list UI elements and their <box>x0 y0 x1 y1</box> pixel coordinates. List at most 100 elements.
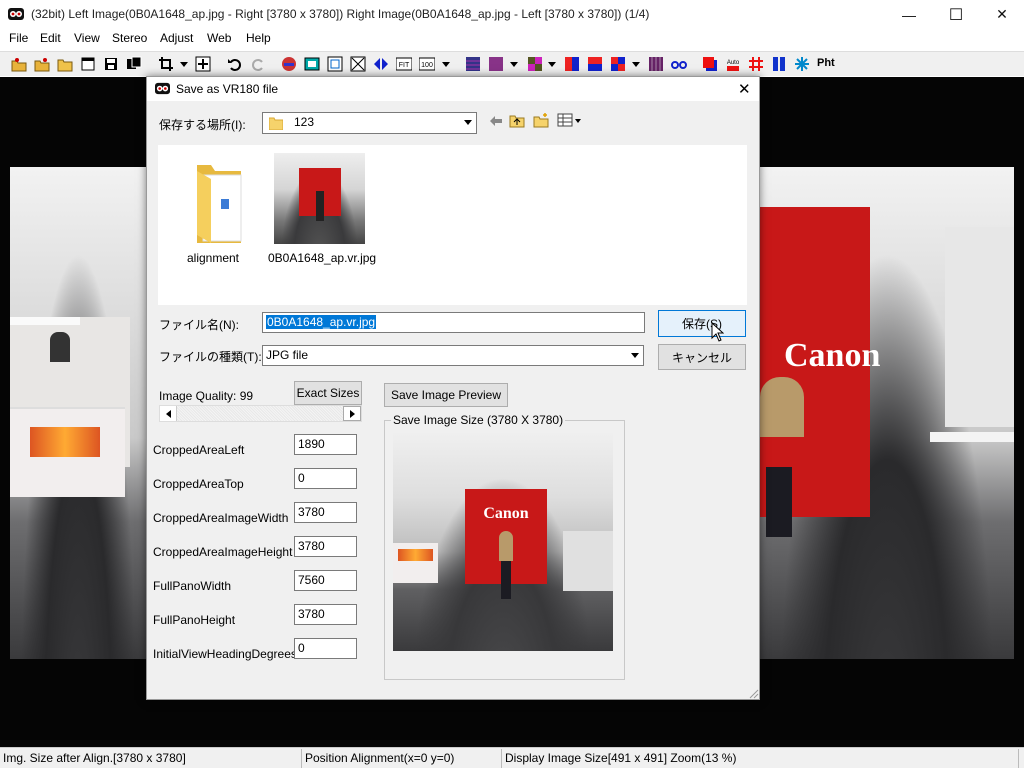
back-arrow-icon[interactable] <box>489 114 503 128</box>
dialog-close-button[interactable]: ✕ <box>738 80 751 98</box>
align-arrows-icon[interactable] <box>373 56 389 72</box>
new-folder-icon[interactable] <box>533 112 549 128</box>
fullscreen-icon[interactable] <box>350 56 366 72</box>
fit-window-icon[interactable] <box>304 56 320 72</box>
menu-stereo[interactable]: Stereo <box>112 31 147 45</box>
file-item-folder[interactable]: alignment <box>173 153 253 268</box>
save-vr180-dialog: Save as VR180 file ✕ 保存する場所(I): 123 alig… <box>146 76 760 700</box>
param-label: FullPanoHeight <box>153 613 236 627</box>
side-by-side-icon[interactable] <box>771 56 787 72</box>
filename-input[interactable]: 0B0A1648_ap.vr.jpg <box>262 312 645 333</box>
slider-right-arrow[interactable] <box>343 406 361 421</box>
menu-file[interactable]: File <box>9 31 28 45</box>
chevron-down-icon[interactable] <box>460 113 476 131</box>
folder-icon <box>269 117 283 130</box>
resize-grip-icon[interactable] <box>747 687 759 699</box>
save-size-groupbox: Save Image Size (3780 X 3780) Canon <box>384 413 625 680</box>
param-label: FullPanoWidth <box>153 579 232 593</box>
filetype-chevron-down-icon[interactable] <box>627 346 643 364</box>
right-image-pano: Canon <box>760 167 1014 659</box>
param-input[interactable]: 3780 <box>294 604 357 625</box>
toolbar: FIT 100 Auto Pht <box>0 51 1024 76</box>
zoom-100-icon[interactable]: 100 <box>419 56 435 72</box>
new-window-icon[interactable] <box>80 56 96 72</box>
slider-left-arrow[interactable] <box>160 406 177 421</box>
menu-help[interactable]: Help <box>246 31 271 45</box>
anaglyph-icon[interactable] <box>564 56 580 72</box>
maximize-button[interactable]: ☐ <box>933 0 979 29</box>
swap-icon[interactable] <box>281 56 297 72</box>
open-folder-icon[interactable] <box>57 56 73 72</box>
anaglyph-half-icon[interactable] <box>587 56 603 72</box>
save-image-preview: Canon <box>393 431 613 651</box>
stereo-lines-icon[interactable] <box>465 56 481 72</box>
move-icon[interactable] <box>195 56 211 72</box>
save-stereo-icon[interactable] <box>126 56 142 72</box>
redo-icon[interactable] <box>250 56 266 72</box>
save-size-label: Save Image Size (3780 X 3780) <box>391 413 566 427</box>
save-icon[interactable] <box>103 56 119 72</box>
file-name-alignment: alignment <box>186 251 240 265</box>
exact-sizes-button[interactable]: Exact Sizes <box>294 381 362 405</box>
checker-icon[interactable] <box>527 56 543 72</box>
app-logo-icon <box>8 8 24 20</box>
param-input[interactable]: 7560 <box>294 570 357 591</box>
menu-view[interactable]: View <box>74 31 100 45</box>
fit-icon[interactable]: FIT <box>396 56 412 72</box>
cancel-button[interactable]: キャンセル <box>658 344 746 370</box>
open-left-icon[interactable] <box>11 56 27 72</box>
view-menu-arrow[interactable] <box>575 119 581 123</box>
param-input[interactable]: 1890 <box>294 434 357 455</box>
undo-icon[interactable] <box>227 56 243 72</box>
quality-label: Image Quality: 99 <box>159 389 254 403</box>
menu-bar: File Edit View Stereo Adjust Web Help <box>0 29 1024 49</box>
quad-icon[interactable] <box>610 56 626 72</box>
filename-label: ファイル名(N): <box>159 318 239 332</box>
filetype-select[interactable]: JPG file <box>262 345 644 366</box>
menu-web[interactable]: Web <box>207 31 231 45</box>
file-name-image: 0B0A1648_ap.vr.jpg <box>268 251 377 265</box>
param-label: InitialViewHeadingDegrees <box>153 647 297 661</box>
status-separator <box>1018 749 1019 768</box>
crop-dropdown-arrow[interactable] <box>180 62 188 67</box>
open-right-icon[interactable] <box>34 56 50 72</box>
dialog-title-bar: Save as VR180 file ✕ <box>147 77 759 101</box>
file-list-view[interactable]: alignment 0B0A1648_ap.vr.jpg <box>158 145 747 305</box>
crop-icon[interactable] <box>158 56 174 72</box>
svg-text:FIT: FIT <box>399 62 410 69</box>
menu-edit[interactable]: Edit <box>40 31 61 45</box>
minimize-button[interactable]: — <box>886 0 932 29</box>
glasses-icon[interactable] <box>671 56 687 72</box>
filetype-label: ファイルの種類(T): <box>159 350 262 364</box>
quality-slider[interactable] <box>159 405 362 422</box>
checker-dropdown-arrow[interactable] <box>548 62 556 67</box>
stereo-mode-dropdown-arrow[interactable] <box>510 62 518 67</box>
status-bar: Img. Size after Align.[3780 x 3780] Posi… <box>0 747 1024 768</box>
menu-adjust[interactable]: Adjust <box>160 31 193 45</box>
param-input[interactable]: 3780 <box>294 502 357 523</box>
up-folder-icon[interactable] <box>509 112 525 128</box>
grid-icon[interactable] <box>748 56 764 72</box>
save-image-preview-button[interactable]: Save Image Preview <box>384 383 508 407</box>
dialog-title: Save as VR180 file <box>176 82 279 96</box>
status-display-size: Display Image Size[491 x 491] Zoom(13 %) <box>505 751 737 765</box>
frame-icon[interactable] <box>327 56 343 72</box>
location-combobox[interactable]: 123 <box>262 112 477 134</box>
param-input[interactable]: 0 <box>294 638 357 659</box>
param-input[interactable]: 3780 <box>294 536 357 557</box>
auto-icon[interactable]: Auto <box>725 56 741 72</box>
stereo-mode-icon[interactable] <box>488 56 504 72</box>
save-button[interactable]: 保存(S) <box>658 310 746 337</box>
snowflake-icon[interactable] <box>794 56 810 72</box>
pht-button[interactable]: Pht <box>817 57 835 69</box>
zoom-dropdown-arrow[interactable] <box>442 62 450 67</box>
param-input[interactable]: 0 <box>294 468 357 489</box>
interlace-icon[interactable] <box>648 56 664 72</box>
mouse-cursor-icon <box>711 322 724 342</box>
view-menu-icon[interactable] <box>557 112 573 128</box>
close-window-button[interactable]: ✕ <box>979 0 1024 29</box>
red-square-icon[interactable] <box>702 56 718 72</box>
quad-dropdown-arrow[interactable] <box>632 62 640 67</box>
window-title-bar: (32bit) Left Image(0B0A1648_ap.jpg - Rig… <box>0 0 1024 29</box>
file-item-image[interactable]: 0B0A1648_ap.vr.jpg <box>268 153 377 268</box>
